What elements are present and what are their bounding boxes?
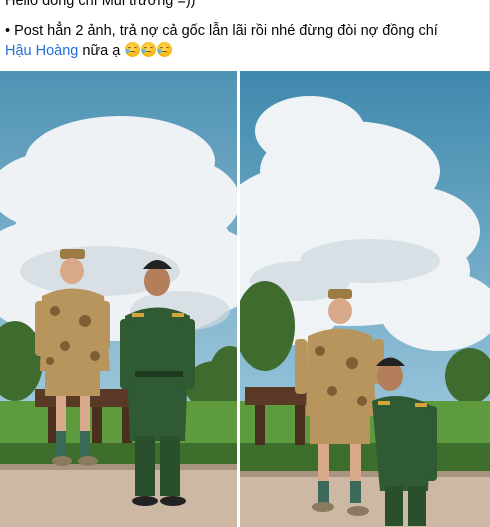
crying-face-emoji — [141, 42, 157, 57]
post-line-3-suffix: nữa ạ — [78, 43, 121, 59]
photo-right[interactable] — [240, 71, 490, 527]
photo-left[interactable] — [0, 71, 237, 527]
post-line-1: Hello đồng chí Mũi trưởng =)) — [5, 0, 196, 9]
mention-link[interactable]: Hậu Hoàng — [5, 43, 78, 59]
post-line-2: • Post hẳn 2 ảnh, trả nợ cả gốc lẫn lãi … — [5, 23, 438, 39]
post-card: Hello đồng chí Mũi trưởng =)) • Post hẳn… — [0, 0, 490, 527]
post-line-3: Hậu Hoàng nữa ạ — [5, 41, 173, 62]
photo-right-image — [240, 71, 490, 527]
crying-face-emoji — [157, 42, 173, 57]
crying-face-emoji — [125, 42, 141, 57]
photo-left-image — [0, 71, 237, 527]
